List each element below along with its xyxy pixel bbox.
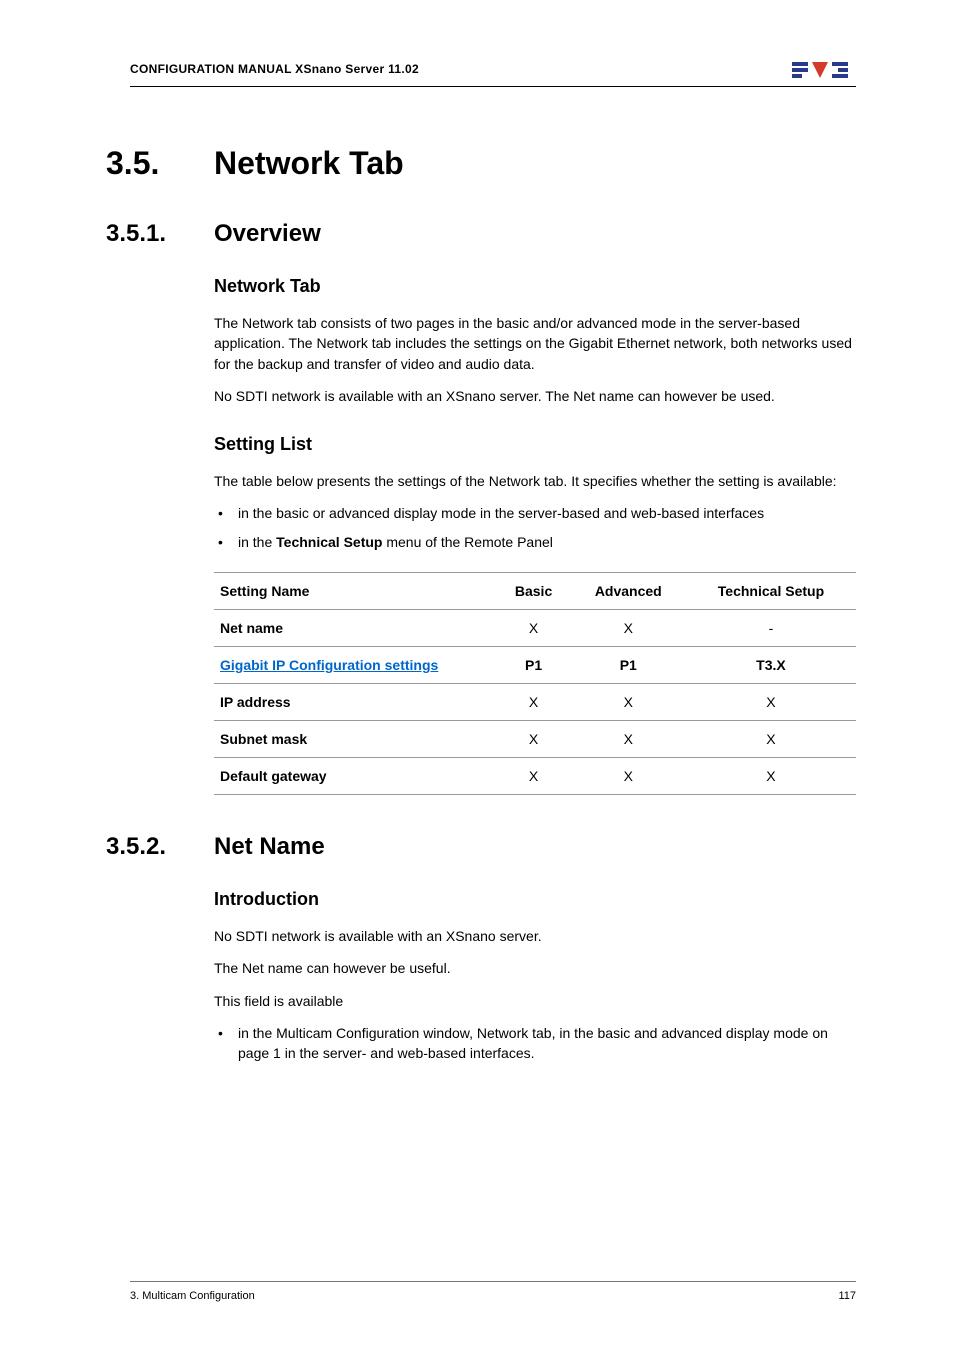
setting-name-cell: Subnet mask [214, 721, 496, 758]
technical-setup-cell: - [686, 610, 856, 647]
bullet-list: • in the basic or advanced display mode … [214, 503, 856, 552]
list-item: • in the Multicam Configuration window, … [214, 1023, 856, 1064]
advanced-cell: X [571, 684, 686, 721]
doc-title: CONFIGURATION MANUAL XSnano Server 11.02 [130, 62, 419, 76]
table-row: Subnet maskXXX [214, 721, 856, 758]
heading-2-overview: 3.5.1. Overview [130, 220, 856, 248]
h3-setting-list: Setting List [214, 434, 856, 455]
paragraph: The Network tab consists of two pages in… [214, 313, 856, 374]
h2-title: Net Name [214, 833, 325, 861]
table-row: Default gatewayXXX [214, 758, 856, 795]
setting-name-cell: Net name [214, 610, 496, 647]
technical-setup-cell: T3.X [686, 647, 856, 684]
settings-table: Setting Name Basic Advanced Technical Se… [214, 572, 856, 795]
paragraph: The table below presents the settings of… [214, 471, 856, 491]
h3-introduction: Introduction [214, 889, 856, 910]
list-item-text: in the Multicam Configuration window, Ne… [238, 1023, 856, 1064]
paragraph: No SDTI network is available with an XSn… [214, 386, 856, 406]
page-header: CONFIGURATION MANUAL XSnano Server 11.02 [130, 58, 856, 87]
h2-number: 3.5.2. [106, 833, 214, 861]
technical-setup-cell: X [686, 758, 856, 795]
page-footer: 3. Multicam Configuration 117 [130, 1281, 856, 1302]
h2-title: Overview [214, 220, 321, 248]
bullet-icon: • [214, 1023, 238, 1064]
evs-logo [792, 58, 856, 80]
bullet-icon: • [214, 503, 238, 523]
paragraph: This field is available [214, 991, 856, 1011]
page-number: 117 [838, 1290, 856, 1302]
setting-name-cell: Default gateway [214, 758, 496, 795]
col-advanced: Advanced [571, 573, 686, 610]
setting-name-cell: IP address [214, 684, 496, 721]
col-basic: Basic [496, 573, 570, 610]
advanced-cell: X [571, 721, 686, 758]
footer-section: 3. Multicam Configuration [130, 1290, 255, 1302]
basic-cell: X [496, 758, 570, 795]
advanced-cell: P1 [571, 647, 686, 684]
setting-link[interactable]: Gigabit IP Configuration settings [220, 657, 438, 673]
list-item: • in the Technical Setup menu of the Rem… [214, 532, 856, 552]
basic-cell: X [496, 721, 570, 758]
basic-cell: X [496, 610, 570, 647]
paragraph: The Net name can however be useful. [214, 958, 856, 978]
list-item-text: in the basic or advanced display mode in… [238, 503, 764, 523]
advanced-cell: X [571, 758, 686, 795]
list-item-text: in the Technical Setup menu of the Remot… [238, 532, 553, 552]
heading-1: 3.5. Network Tab [130, 145, 856, 182]
paragraph: No SDTI network is available with an XSn… [214, 926, 856, 946]
table-header-row: Setting Name Basic Advanced Technical Se… [214, 573, 856, 610]
h2-number: 3.5.1. [106, 220, 214, 248]
technical-setup-cell: X [686, 684, 856, 721]
heading-2-net-name: 3.5.2. Net Name [130, 833, 856, 861]
technical-setup-cell: X [686, 721, 856, 758]
table-row: Gigabit IP Configuration settingsP1P1T3.… [214, 647, 856, 684]
col-setting-name: Setting Name [214, 573, 496, 610]
bullet-icon: • [214, 532, 238, 552]
col-technical-setup: Technical Setup [686, 573, 856, 610]
h1-number: 3.5. [106, 145, 214, 182]
list-item: • in the basic or advanced display mode … [214, 503, 856, 523]
h1-title: Network Tab [214, 145, 404, 182]
basic-cell: X [496, 684, 570, 721]
h3-network-tab: Network Tab [214, 276, 856, 297]
basic-cell: P1 [496, 647, 570, 684]
table-row: IP addressXXX [214, 684, 856, 721]
advanced-cell: X [571, 610, 686, 647]
bullet-list: • in the Multicam Configuration window, … [214, 1023, 856, 1064]
setting-name-cell: Gigabit IP Configuration settings [214, 647, 496, 684]
table-row: Net nameXX- [214, 610, 856, 647]
